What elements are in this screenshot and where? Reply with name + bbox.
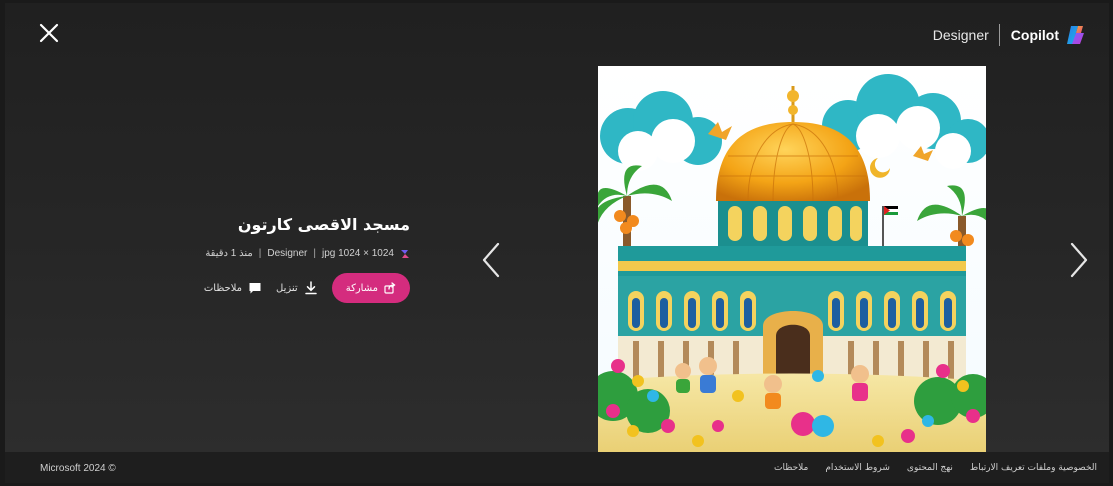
share-icon — [384, 282, 396, 294]
image-info-panel: مسجد الاقصى كارتون jpg 1024 × 1024 | Des… — [70, 215, 410, 303]
action-bar: مشاركة تنزيل ملاحظات — [70, 273, 410, 303]
footer-link-feedback[interactable]: ملاحظات — [774, 463, 808, 473]
image-meta: jpg 1024 × 1024 | Designer | منذ 1 دقيقة — [70, 248, 410, 259]
copyright: Microsoft 2024 © — [40, 463, 116, 474]
feedback-icon — [249, 283, 261, 294]
download-label: تنزيل — [276, 282, 298, 294]
meta-separator: | — [313, 248, 316, 259]
share-label: مشاركة — [345, 282, 378, 294]
feedback-label: ملاحظات — [203, 282, 243, 294]
copilot-logo-icon — [1067, 26, 1084, 44]
file-info: jpg 1024 × 1024 — [321, 248, 394, 259]
footer-link-privacy[interactable]: الخصوصية وملفات تعريف الارتباط — [970, 463, 1097, 473]
share-button[interactable]: مشاركة — [331, 273, 410, 303]
source-label: Designer — [267, 248, 308, 259]
previous-image-button[interactable] — [480, 241, 502, 279]
meta-separator: | — [258, 248, 262, 259]
mosque-illustration — [598, 66, 986, 455]
generated-image[interactable] — [598, 66, 986, 455]
brand: Designer Copilot — [933, 23, 1087, 47]
close-icon — [39, 23, 59, 43]
footer-link-content-policy[interactable]: نهج المحتوى — [907, 463, 953, 473]
brand-divider — [998, 24, 1000, 46]
feedback-button[interactable]: ملاحظات — [204, 281, 262, 295]
footer: Microsoft 2024 © الخصوصية وملفات تعريف ا… — [5, 452, 1109, 483]
footer-links: الخصوصية وملفات تعريف الارتباط نهج المحت… — [774, 463, 1097, 473]
image-title: مسجد الاقصى كارتون — [237, 215, 410, 234]
chevron-left-icon — [482, 242, 500, 278]
designer-logo-icon — [401, 249, 409, 258]
image-viewer: Designer Copilot مسجد الاقصى كارتون jpg … — [5, 3, 1109, 483]
designer-link[interactable]: Designer — [933, 27, 989, 43]
chevron-right-icon — [1070, 242, 1088, 278]
download-icon — [304, 281, 317, 295]
time-label: منذ 1 دقيقة — [205, 248, 253, 259]
copilot-label[interactable]: Copilot — [1011, 27, 1059, 43]
footer-link-terms[interactable]: شروط الاستخدام — [825, 463, 890, 473]
top-bar: Designer Copilot — [5, 3, 1109, 65]
close-button[interactable] — [37, 21, 61, 45]
next-image-button[interactable] — [1068, 241, 1090, 279]
download-button[interactable]: تنزيل — [276, 281, 318, 295]
